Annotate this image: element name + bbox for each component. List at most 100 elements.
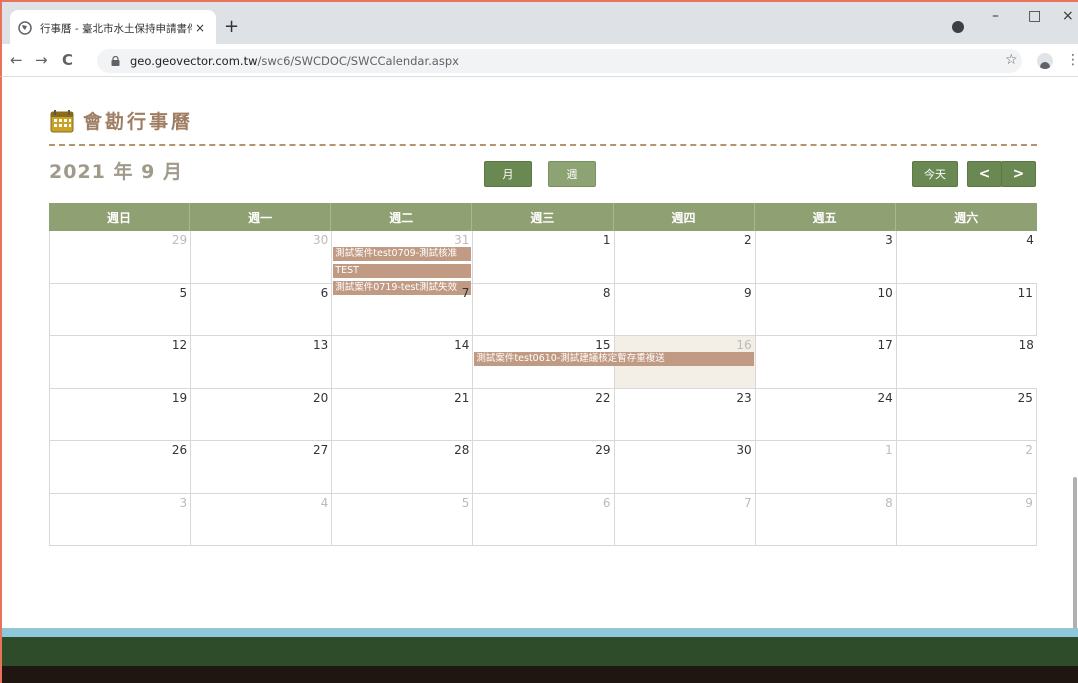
week-row: 19 20 21 22 23 24 25 — [49, 388, 1037, 441]
weekday-label: 週六 — [954, 210, 979, 225]
day-cell[interactable]: 28 — [331, 441, 472, 493]
window-close-icon[interactable]: × — [1062, 8, 1074, 24]
browser-tab[interactable]: 行事曆 - 臺北市水土保持申請書件 × — [10, 10, 216, 46]
page-heading: 會勘行事曆 — [49, 107, 193, 134]
day-cell[interactable]: 17 — [754, 336, 896, 388]
profile-indicator-icon[interactable] — [952, 21, 964, 33]
day-cell[interactable]: 4 — [190, 493, 331, 545]
profile-avatar-icon[interactable] — [1037, 53, 1053, 69]
day-cell[interactable]: 24 — [754, 388, 896, 440]
day-cell[interactable]: 20 — [190, 388, 331, 440]
day-cell[interactable]: 5 — [49, 283, 190, 335]
day-cell[interactable]: 7 — [331, 283, 472, 335]
heading-title: 會勘行事曆 — [83, 111, 194, 133]
day-number: 7 — [461, 285, 470, 300]
page-content: 會勘行事曆 2021 年 9 月 月 週 今天 < > 週日 週一 週二 週三 週四 週五… — [0, 77, 1078, 683]
globe-icon — [18, 21, 32, 35]
day-cell[interactable]: 2 — [613, 231, 755, 283]
day-cell[interactable]: 10 — [754, 283, 896, 335]
day-cell[interactable]: 14 — [331, 336, 472, 388]
day-cell[interactable]: 30 — [190, 231, 331, 283]
day-cell[interactable]: 23 — [613, 388, 755, 440]
calendar-event[interactable]: 測試案件test0709-測試核准 — [333, 247, 472, 261]
day-number: 5 — [179, 285, 188, 300]
day-number: 1 — [885, 443, 893, 457]
lock-icon — [111, 56, 120, 66]
day-cell[interactable]: 21 — [331, 388, 472, 440]
day-cell[interactable]: 3 — [754, 231, 896, 283]
tab-close-icon[interactable]: × — [192, 21, 208, 35]
week-row: 5 6 7 8 9 10 11 — [49, 283, 1037, 336]
day-cell[interactable]: 13 — [190, 336, 331, 388]
day-number: 13 — [312, 338, 329, 352]
footer-bottom — [2, 666, 1078, 683]
day-number: 8 — [885, 495, 893, 510]
day-number: 10 — [877, 285, 893, 300]
tab-title: 行事曆 - 臺北市水土保持申請書件 — [40, 22, 192, 35]
prev-month-button[interactable]: < — [967, 161, 1002, 187]
forward-icon[interactable]: → — [35, 52, 48, 68]
day-cell[interactable]: 12 — [49, 336, 190, 388]
day-number: 31 — [454, 233, 470, 247]
day-number: 7 — [743, 495, 752, 510]
day-cell[interactable]: 9 — [613, 283, 755, 335]
day-cell[interactable]: 29 — [472, 441, 613, 493]
bookmark-star-icon[interactable]: ☆ — [1005, 52, 1018, 68]
day-cell[interactable]: 6 — [190, 283, 331, 335]
day-cell[interactable]: 22 — [472, 388, 613, 440]
week-row: 3 4 5 6 7 8 9 — [49, 493, 1037, 546]
day-cell[interactable]: 29 — [49, 231, 190, 283]
back-icon[interactable]: ← — [10, 52, 23, 68]
day-cell[interactable]: 25 — [895, 388, 1037, 440]
day-number: 20 — [312, 390, 329, 405]
url-field[interactable]: geo.geovector.com.tw/swc6/SWCDOC/SWCCale… — [97, 49, 1022, 73]
maximize-icon[interactable]: □ — [1028, 8, 1041, 24]
day-cell[interactable]: 1 — [754, 441, 896, 493]
week-row: 12 13 14 15 16 17 18 測試案件test0610-測試建議核定暫存重複送 — [49, 336, 1037, 389]
day-number: 2 — [1025, 443, 1033, 457]
day-cell[interactable]: 4 — [895, 231, 1037, 283]
day-cell[interactable]: 18 — [895, 336, 1037, 388]
month-title: 2021 年 9 月 — [49, 161, 183, 183]
day-number: 28 — [454, 443, 470, 457]
day-number: 2 — [743, 233, 752, 247]
next-month-button[interactable]: > — [1001, 161, 1036, 187]
browser-menu-icon[interactable]: ⋮ — [1066, 52, 1078, 68]
day-number: 12 — [171, 338, 188, 352]
day-number: 15 — [595, 338, 611, 352]
day-cell[interactable]: 30 — [613, 441, 755, 493]
day-cell[interactable]: 19 — [49, 388, 190, 440]
day-cell[interactable]: 7 — [613, 493, 755, 545]
day-number: 11 — [1017, 285, 1033, 300]
new-tab-icon[interactable]: + — [224, 18, 239, 36]
scrollbar-thumb[interactable] — [1073, 477, 1077, 637]
day-cell[interactable]: 2 — [895, 441, 1037, 493]
day-cell[interactable]: 27 — [190, 441, 331, 493]
page-scrollbar[interactable] — [1072, 77, 1078, 637]
day-cell[interactable]: 6 — [472, 493, 613, 545]
day-cell[interactable]: 3 — [49, 493, 190, 545]
day-number: 19 — [171, 390, 188, 405]
footer-bar — [2, 637, 1078, 666]
reload-icon[interactable]: C — [62, 52, 73, 68]
day-number: 14 — [454, 338, 470, 352]
month-view-button[interactable]: 月 — [484, 161, 532, 187]
day-cell[interactable]: 11 — [895, 283, 1037, 335]
day-cell[interactable]: 9 — [895, 493, 1037, 545]
day-cell[interactable]: 8 — [472, 283, 613, 335]
day-number: 5 — [461, 495, 470, 510]
today-button[interactable]: 今天 — [912, 161, 958, 187]
minimize-icon[interactable]: – — [992, 8, 999, 24]
week-view-button[interactable]: 週 — [548, 161, 596, 187]
calendar-event[interactable]: 測試案件test0610-測試建議核定暫存重複送 — [474, 352, 754, 366]
day-cell[interactable]: 26 — [49, 441, 190, 493]
day-cell[interactable]: 1 — [472, 231, 613, 283]
weekday-label: 週日 — [49, 203, 191, 231]
day-number: 29 — [595, 443, 611, 457]
url-domain: geo.geovector.com.tw — [130, 54, 258, 68]
day-number: 1 — [602, 233, 611, 247]
day-cell[interactable]: 8 — [754, 493, 896, 545]
day-cell[interactable]: 5 — [331, 493, 472, 545]
day-number: 8 — [602, 285, 611, 300]
calendar-event[interactable]: TEST — [333, 264, 472, 278]
